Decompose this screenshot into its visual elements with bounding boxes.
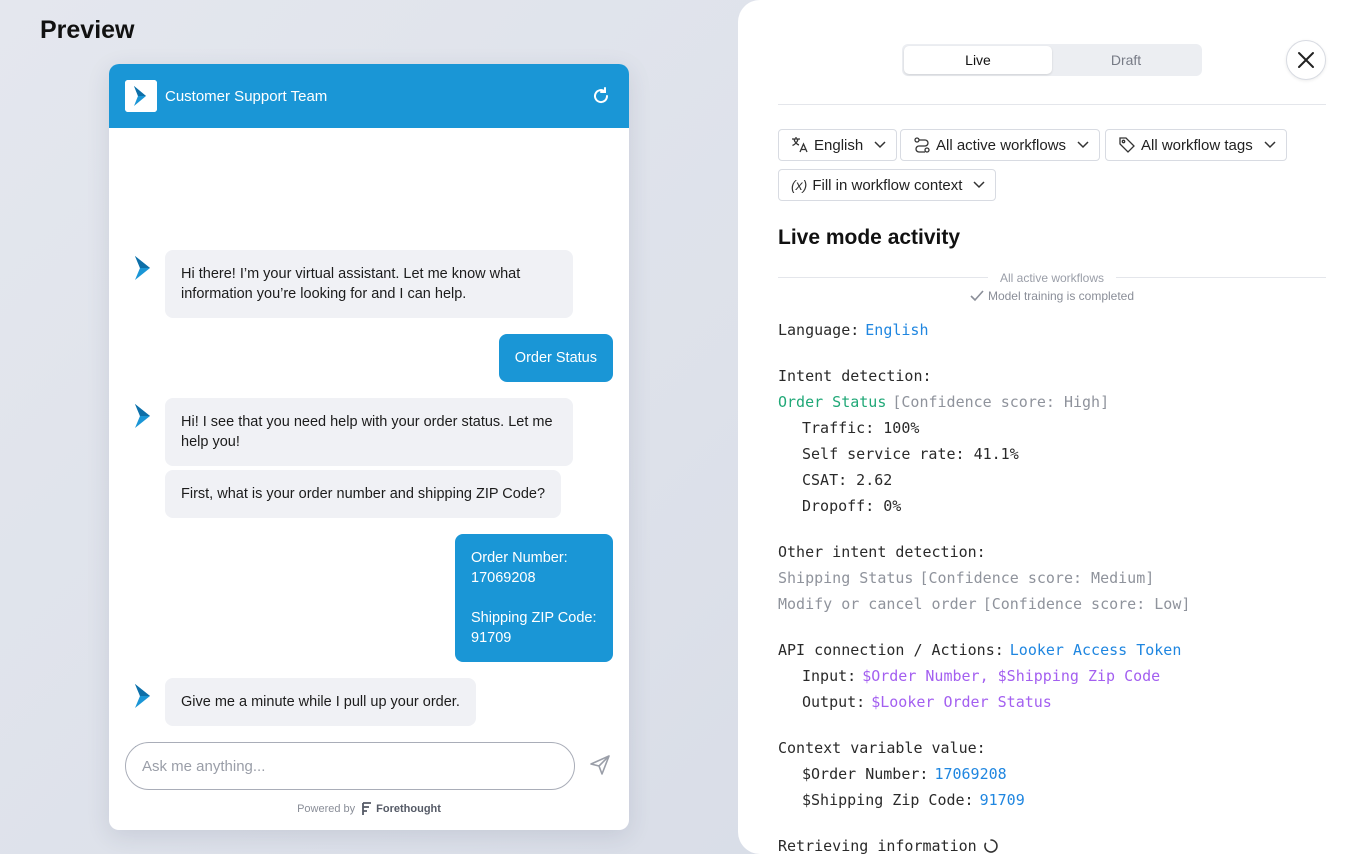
bot-message: Give me a minute while I pull up your or…	[165, 678, 476, 726]
forethought-brand: Forethought	[361, 802, 441, 816]
other-intent-row: Shipping Status [Confidence score: Mediu…	[778, 569, 1154, 587]
language-dropdown[interactable]: English	[778, 129, 898, 161]
other-intent-row: Modify or cancel order [Confidence score…	[778, 595, 1190, 613]
context-var-row: $Order Number: 17069208	[802, 765, 1007, 783]
user-message-spacer	[471, 588, 597, 608]
bot-avatar-icon	[131, 402, 155, 430]
other-intent-confidence: [Confidence score: Medium]	[919, 569, 1155, 587]
api-output-label: Output:	[802, 693, 866, 711]
api-row: API connection / Actions: Looker Access …	[778, 641, 1181, 659]
spinner-icon	[983, 839, 998, 853]
divider-label: All active workflows	[999, 271, 1105, 285]
bot-avatar-icon	[131, 682, 155, 710]
powered-by-label: Powered by	[297, 803, 356, 815]
context-var-name: $Order Number:	[802, 765, 929, 783]
bot-avatar-icon	[131, 254, 155, 282]
mode-toggle: Live Draft	[902, 44, 1202, 76]
checkmark-icon	[970, 290, 984, 302]
metric-csat: CSAT: 2.62	[802, 471, 893, 489]
tags-dropdown[interactable]: All workflow tags	[1105, 129, 1287, 161]
close-button[interactable]	[1286, 40, 1326, 80]
context-var-value: 17069208	[934, 765, 1007, 783]
user-message-line: 17069208	[471, 570, 536, 586]
chat-widget: Customer Support Team Hi there! I’m your…	[109, 64, 629, 830]
api-input-row: Input: $Order Number, $Shipping Zip Code	[802, 667, 1160, 685]
intent-row: Order Status [Confidence score: High]	[778, 393, 1109, 411]
workflows-dropdown-label: All active workflows	[936, 136, 1067, 154]
metric-dropoff: Dropoff: 0%	[802, 497, 902, 515]
api-value: Looker Access Token	[1009, 641, 1182, 659]
context-label: Context variable value:	[778, 739, 986, 757]
retrieving-label: Retrieving information	[778, 837, 977, 854]
context-var-name: $Shipping Zip Code:	[802, 791, 974, 809]
language-value: English	[865, 321, 929, 339]
context-var-row: $Shipping Zip Code: 91709	[802, 791, 1025, 809]
variable-icon: (x)	[791, 177, 808, 193]
forethought-logo-icon	[362, 802, 372, 815]
intent-label: Intent detection:	[778, 367, 932, 385]
user-message: Order Number: 17069208 Shipping ZIP Code…	[455, 534, 613, 662]
retrieving-row: Retrieving information	[778, 837, 999, 854]
team-name: Customer Support Team	[165, 87, 328, 105]
user-message: Order Status	[498, 334, 613, 382]
context-dropdown-label: Fill in workflow context	[812, 176, 963, 194]
chat-input-row	[125, 742, 613, 790]
user-message-line: Shipping ZIP Code:	[471, 610, 597, 626]
divider	[778, 104, 1326, 105]
intent-name: Order Status	[778, 393, 887, 411]
api-output-row: Output: $Looker Order Status	[802, 693, 1052, 711]
workflows-dropdown[interactable]: All active workflows	[900, 129, 1101, 161]
workflow-icon	[914, 137, 930, 153]
language-row: Language: English	[778, 321, 929, 339]
user-message-line: 91709	[471, 630, 512, 646]
context-var-value: 91709	[979, 791, 1025, 809]
refresh-icon[interactable]	[589, 84, 613, 108]
activity-title: Live mode activity	[778, 226, 961, 249]
chevron-down-icon	[874, 141, 886, 149]
tag-icon	[1119, 137, 1135, 153]
chevron-down-icon	[973, 181, 985, 189]
training-status-label: Model training is completed	[987, 289, 1135, 303]
language-dropdown-label: English	[814, 136, 864, 154]
tab-live[interactable]: Live	[904, 46, 1052, 74]
page-title: Preview	[40, 16, 135, 44]
brand-logo	[125, 80, 157, 112]
forethought-label: Forethought	[376, 803, 441, 815]
context-dropdown[interactable]: (x) Fill in workflow context	[778, 169, 997, 201]
other-intent-confidence: [Confidence score: Low]	[982, 595, 1191, 613]
intent-confidence: [Confidence score: High]	[892, 393, 1110, 411]
bot-message: First, what is your order number and shi…	[165, 470, 562, 518]
powered-by: Powered by Forethought	[109, 802, 629, 816]
send-icon[interactable]	[589, 754, 613, 778]
bot-message: Hi there! I’m your virtual assistant. Le…	[165, 250, 573, 318]
metric-self-service: Self service rate: 41.1%	[802, 445, 1019, 463]
other-intent-name: Modify or cancel order	[778, 595, 977, 613]
language-label: Language:	[778, 321, 860, 339]
api-label: API connection / Actions:	[778, 641, 1004, 659]
chevron-down-icon	[1077, 141, 1089, 149]
preview-panel: Live Draft English All active workflows …	[738, 0, 1366, 854]
metric-traffic: Traffic: 100%	[802, 419, 920, 437]
api-output-value: $Looker Order Status	[871, 693, 1052, 711]
widget-header: Customer Support Team	[109, 64, 629, 128]
tags-dropdown-label: All workflow tags	[1141, 136, 1253, 154]
api-input-value: $Order Number, $Shipping Zip Code	[862, 667, 1161, 685]
translate-icon	[792, 137, 808, 153]
tab-draft[interactable]: Draft	[1052, 46, 1200, 74]
close-icon	[1298, 52, 1314, 68]
training-status: Model training is completed	[738, 289, 1366, 303]
bot-message: Hi! I see that you need help with your o…	[165, 398, 573, 466]
other-intent-label: Other intent detection:	[778, 543, 986, 561]
other-intent-name: Shipping Status	[778, 569, 914, 587]
chevron-down-icon	[1264, 141, 1276, 149]
chat-input[interactable]	[125, 742, 576, 790]
user-message-line: Order Number:	[471, 550, 568, 566]
message-list: Hi there! I’m your virtual assistant. Le…	[109, 128, 629, 770]
api-input-label: Input:	[802, 667, 857, 685]
